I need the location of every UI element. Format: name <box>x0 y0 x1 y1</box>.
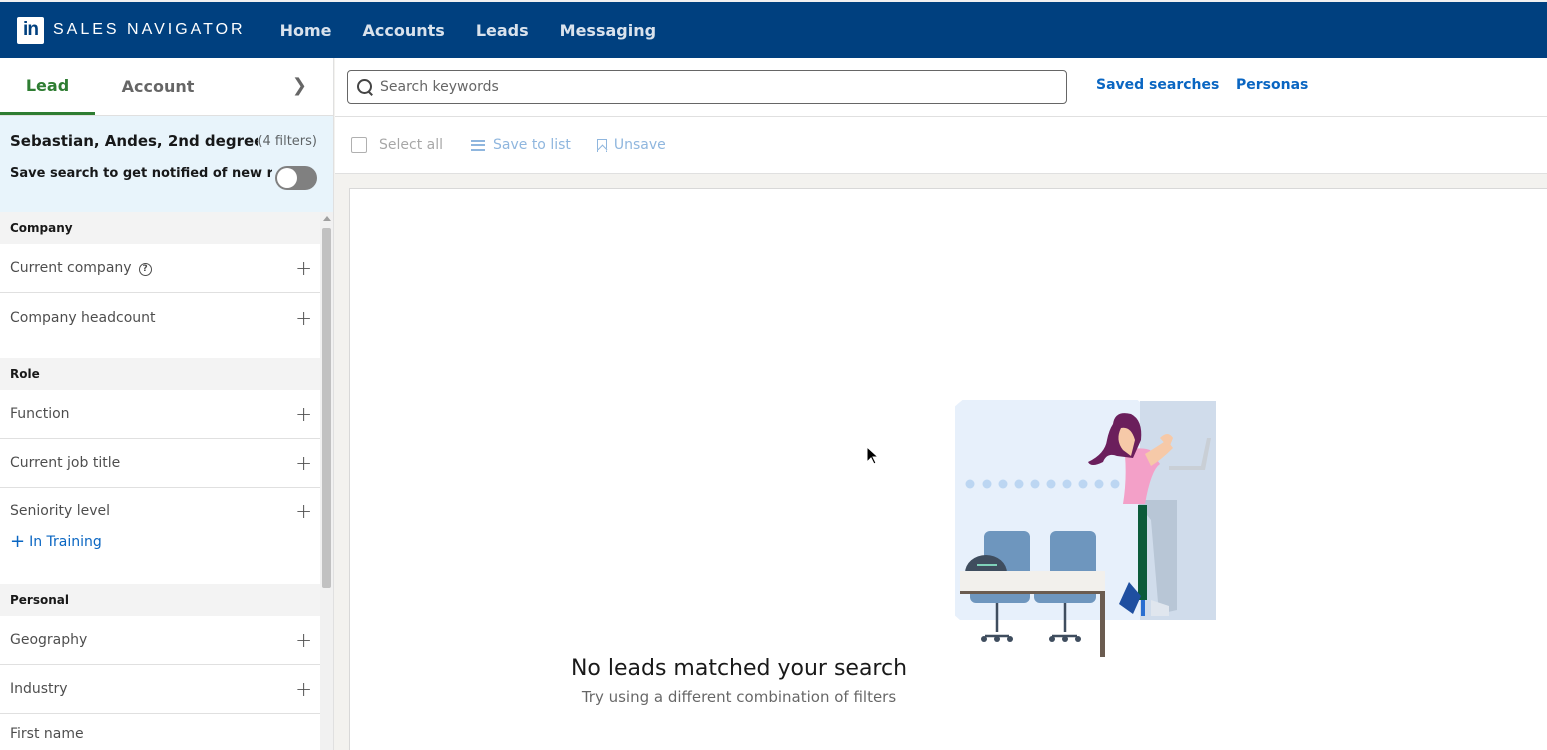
filter-label: Seniority level <box>10 503 110 519</box>
plus-icon[interactable]: + <box>295 258 312 278</box>
plus-icon: + <box>10 531 26 552</box>
nav-home[interactable]: Home <box>280 21 332 40</box>
search-box[interactable] <box>347 70 1067 104</box>
select-all-label[interactable]: Select all <box>379 137 443 153</box>
save-to-list-button[interactable]: Save to list <box>471 137 571 153</box>
bulk-actions-bar: Select all Save to list Unsave <box>335 117 1547 174</box>
filter-label: Company headcount <box>10 309 156 326</box>
empty-state-illustration <box>955 400 1216 657</box>
bookmark-icon <box>596 138 607 152</box>
help-icon[interactable]: ? <box>138 263 152 276</box>
plus-icon[interactable]: + <box>295 308 312 328</box>
section-personal: Personal <box>0 584 320 616</box>
empty-state-subtitle: Try using a different combination of fil… <box>581 688 897 706</box>
save-search-label: Save search to get notified of new re... <box>10 166 272 181</box>
search-type-tabs: Lead Account ❯ <box>0 58 333 116</box>
nav-accounts[interactable]: Accounts <box>363 21 445 40</box>
filter-label: Geography <box>10 632 88 648</box>
filter-seniority-level[interactable]: Seniority level + + In Training <box>0 488 320 584</box>
nav-leads[interactable]: Leads <box>476 21 529 40</box>
search-input[interactable] <box>380 79 1040 95</box>
filter-current-company[interactable]: Current company? + <box>0 244 320 293</box>
brand-name: SALES NAVIGATOR <box>53 21 246 38</box>
search-summary: Sebastian, Andes, 2nd degree ... (4 filt… <box>0 116 333 212</box>
empty-state-title: No leads matched your search <box>570 656 908 681</box>
search-bar-area: Saved searches Personas <box>335 58 1547 117</box>
section-role: Role <box>0 358 320 390</box>
tab-account[interactable]: Account <box>95 58 221 115</box>
mouse-cursor-icon <box>866 446 880 465</box>
list-icon <box>471 139 485 151</box>
saved-searches-link[interactable]: Saved searches <box>1096 77 1219 93</box>
unsave-button[interactable]: Unsave <box>596 137 666 153</box>
plus-icon[interactable]: + <box>295 453 312 473</box>
plus-icon[interactable]: + <box>295 404 312 424</box>
scroll-up-arrow-icon[interactable] <box>323 216 331 221</box>
tab-lead[interactable]: Lead <box>0 58 95 115</box>
plus-icon[interactable]: + <box>295 501 312 521</box>
seniority-chip-in-training[interactable]: + In Training <box>10 531 102 552</box>
filter-label: Current job title <box>10 455 121 471</box>
filter-current-job-title[interactable]: Current job title + <box>0 439 320 488</box>
scrollbar-thumb[interactable] <box>322 228 331 588</box>
filter-count: (4 filters) <box>257 134 317 149</box>
filter-first-name[interactable]: First name <box>0 714 320 750</box>
search-summary-title: Sebastian, Andes, 2nd degree ... <box>10 132 258 150</box>
section-company: Company <box>0 212 320 244</box>
section-spacer <box>0 342 320 358</box>
filter-label: Function <box>10 406 70 422</box>
plus-icon[interactable]: + <box>295 630 312 650</box>
filter-function[interactable]: Function + <box>0 390 320 439</box>
filter-label: First name <box>10 726 84 742</box>
nav-messaging[interactable]: Messaging <box>560 21 656 40</box>
personas-link[interactable]: Personas <box>1236 77 1308 93</box>
search-icon <box>356 78 374 96</box>
filter-panel: Lead Account ❯ Sebastian, Andes, 2nd deg… <box>0 58 334 750</box>
top-navigation: in SALES NAVIGATOR Home Accounts Leads M… <box>0 0 1547 58</box>
filter-company-headcount[interactable]: Company headcount + <box>0 293 320 342</box>
save-search-toggle[interactable] <box>275 166 317 190</box>
select-all-checkbox[interactable] <box>351 137 367 153</box>
filter-label: Current company <box>10 260 132 276</box>
linkedin-logo-icon[interactable]: in <box>17 16 44 44</box>
collapse-chevron-icon[interactable]: ❯ <box>292 75 307 96</box>
